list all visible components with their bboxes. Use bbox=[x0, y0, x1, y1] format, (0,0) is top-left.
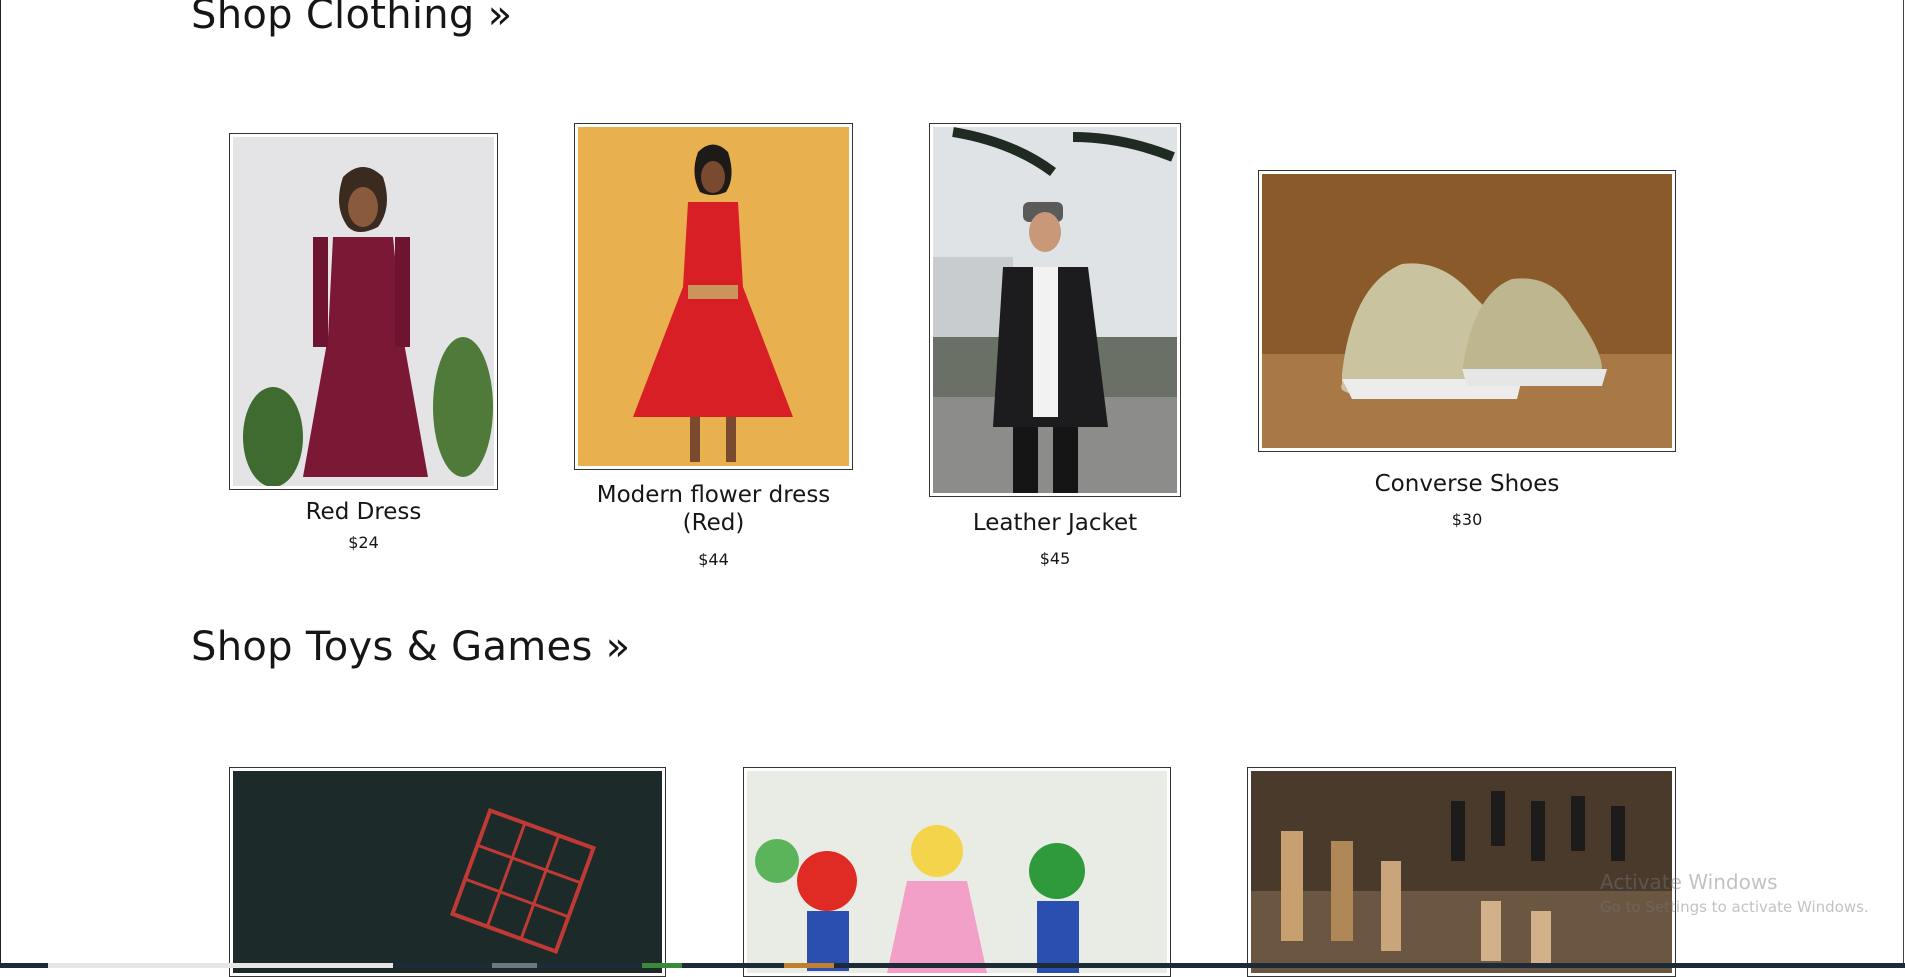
product-image-frame[interactable] bbox=[574, 123, 853, 470]
product-image-frame[interactable] bbox=[229, 767, 666, 977]
product-image-frame[interactable] bbox=[929, 123, 1181, 497]
product-card-toy-2[interactable] bbox=[743, 767, 1171, 977]
rubiks-cube-photo bbox=[233, 771, 662, 973]
page-left-border bbox=[0, 0, 1, 968]
taskbar-item[interactable] bbox=[642, 963, 682, 968]
taskbar bbox=[0, 963, 1905, 968]
windows-activation-watermark: Activate Windows Go to Settings to activ… bbox=[1600, 870, 1869, 916]
watermark-subtitle: Go to Settings to activate Windows. bbox=[1600, 898, 1869, 916]
section-title-toys-games[interactable]: Shop Toys & Games » bbox=[191, 624, 630, 670]
woman-in-red-floral-dress-photo bbox=[578, 127, 849, 466]
man-in-leather-jacket-photo bbox=[933, 127, 1177, 493]
product-price: $45 bbox=[1039, 549, 1071, 568]
watermark-title: Activate Windows bbox=[1600, 870, 1778, 894]
converse-sneakers-photo bbox=[1262, 174, 1672, 448]
product-name[interactable]: Leather Jacket bbox=[929, 509, 1181, 537]
product-card-red-dress[interactable]: Red Dress $24 bbox=[229, 133, 498, 563]
product-price: $30 bbox=[1451, 510, 1483, 529]
woman-in-burgundy-dress-photo bbox=[233, 137, 494, 486]
taskbar-item[interactable] bbox=[492, 963, 537, 968]
product-price: $24 bbox=[348, 533, 379, 552]
product-image-frame[interactable] bbox=[743, 767, 1171, 977]
product-name[interactable]: Red Dress bbox=[229, 498, 498, 526]
product-name[interactable]: Converse Shoes bbox=[1258, 470, 1676, 498]
taskbar-item[interactable] bbox=[784, 963, 834, 968]
product-card-toy-3[interactable] bbox=[1247, 767, 1676, 977]
product-price: $44 bbox=[698, 550, 729, 569]
taskbar-item[interactable] bbox=[48, 963, 393, 968]
product-card-leather-jacket[interactable]: Leather Jacket $45 bbox=[929, 123, 1181, 573]
page-right-border bbox=[1903, 0, 1904, 968]
product-card-converse-shoes[interactable]: Converse Shoes $30 bbox=[1258, 170, 1676, 570]
section-title-clothing[interactable]: Shop Clothing » bbox=[191, 0, 512, 38]
mario-figures-photo bbox=[747, 771, 1167, 973]
product-name[interactable]: Modern flower dress (Red) bbox=[574, 481, 853, 537]
product-image-frame[interactable] bbox=[229, 133, 498, 490]
product-image-frame[interactable] bbox=[1258, 170, 1676, 452]
product-card-toy-1[interactable] bbox=[229, 767, 666, 977]
product-card-modern-flower-dress[interactable]: Modern flower dress (Red) $44 bbox=[574, 123, 853, 573]
